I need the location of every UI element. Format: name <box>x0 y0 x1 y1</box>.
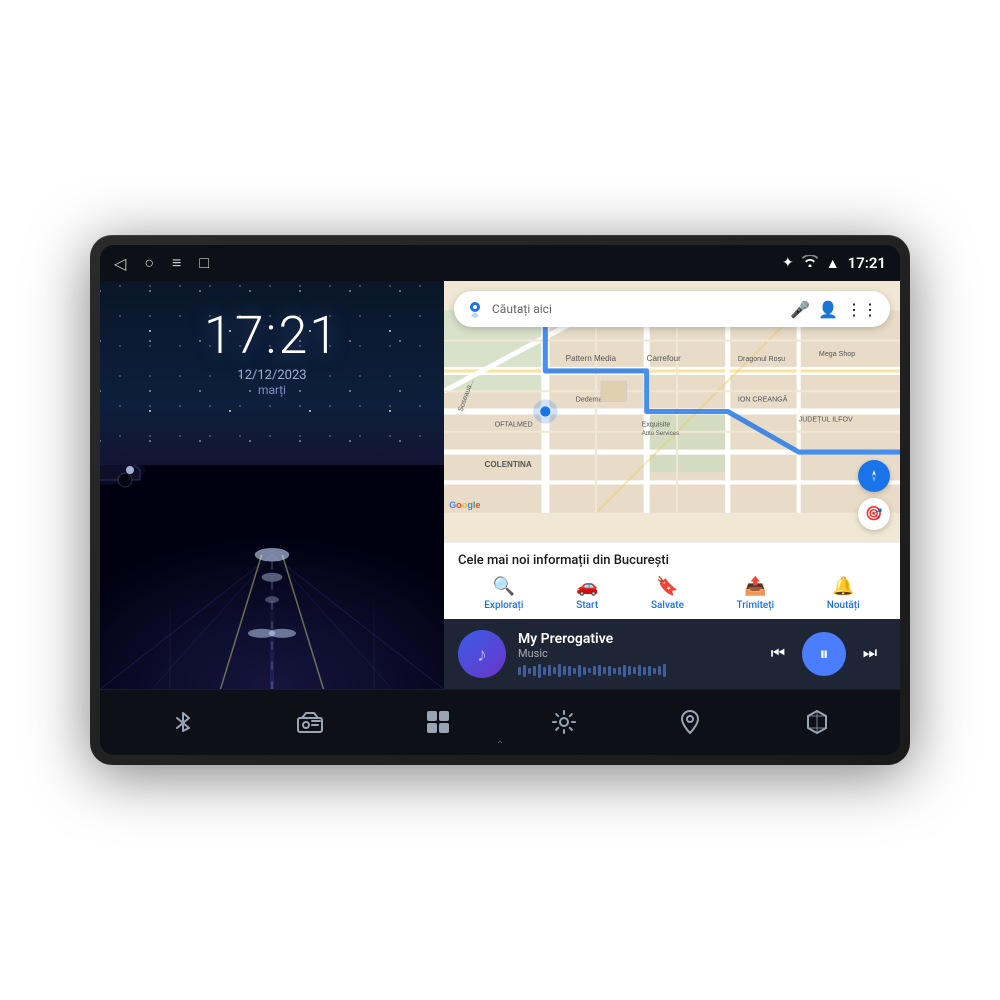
status-time: 17:21 <box>848 254 886 272</box>
car-scene <box>100 465 444 689</box>
clock-time: 17:21 <box>204 305 340 366</box>
start-label: Start <box>576 600 598 611</box>
maps-search-placeholder: Căutați aici <box>492 302 782 316</box>
apps-grid-icon <box>425 709 451 735</box>
saved-label: Salvate <box>651 600 684 611</box>
svg-text:Dragonul Roșu: Dragonul Roșu <box>738 355 785 363</box>
device-frame: ◁ ○ ≡ □ ✦ ▲ 17:21 <box>90 235 910 765</box>
share-icon: 📤 <box>744 576 766 597</box>
dock-item-ar[interactable] <box>804 709 830 735</box>
news-label: Noutăți <box>827 600 860 611</box>
saved-icon: 🔖 <box>656 576 678 597</box>
music-play-button[interactable]: ⏸ <box>802 632 846 676</box>
dock-item-settings[interactable] <box>551 709 577 735</box>
dock-item-radio[interactable] <box>296 710 324 734</box>
music-album-art: ♪ <box>458 630 506 678</box>
nav-back-icon[interactable]: ◁ <box>114 254 126 273</box>
profile-icon[interactable]: 👤 <box>818 300 838 319</box>
nav-buttons: ◁ ○ ≡ □ <box>114 253 209 273</box>
clock-section: 17:21 12/12/2023 marți <box>204 281 340 397</box>
music-next-button[interactable]: ⏭ <box>854 638 886 670</box>
dock-item-apps[interactable] <box>425 709 451 735</box>
tunnel-effect <box>100 465 444 689</box>
svg-text:OFTALMED: OFTALMED <box>495 421 533 429</box>
maps-nav-news[interactable]: 🔔 Noutăți <box>827 576 860 611</box>
bluetooth-icon <box>170 709 196 735</box>
music-player: ♪ My Prerogative Music <box>444 619 900 689</box>
svg-text:JUDEȚUL ILFOV: JUDEȚUL ILFOV <box>799 416 853 424</box>
nav-menu-icon[interactable]: ≡ <box>172 253 181 273</box>
svg-text:Auto Services: Auto Services <box>642 430 680 437</box>
bluetooth-status-icon: ✦ <box>782 255 794 271</box>
right-panel: Pattern Media Carrefour Dragonul Roșu Me… <box>444 281 900 689</box>
svg-text:Exquisite: Exquisite <box>642 421 671 429</box>
svg-text:Carrefour: Carrefour <box>647 354 681 363</box>
start-icon: 🚗 <box>576 576 598 597</box>
svg-text:ION CREANGĂ: ION CREANGĂ <box>738 394 788 403</box>
music-controls: ⏮ ⏸ ⏭ <box>762 632 886 676</box>
music-prev-button[interactable]: ⏮ <box>762 638 794 670</box>
nav-home-icon[interactable]: ○ <box>144 253 154 273</box>
nav-recent-icon[interactable]: □ <box>199 253 209 273</box>
maps-nav-explore[interactable]: 🔍 Explorați <box>484 576 523 611</box>
dock-item-maps[interactable] <box>677 709 703 735</box>
maps-location-button[interactable]: 🎯 <box>858 498 890 530</box>
left-panel: 17:21 12/12/2023 marți <box>100 281 444 689</box>
map-section[interactable]: Pattern Media Carrefour Dragonul Roșu Me… <box>444 281 900 542</box>
dock-item-bluetooth[interactable] <box>170 709 196 735</box>
settings-icon <box>551 709 577 735</box>
wifi-icon <box>802 255 818 271</box>
svg-text:Google: Google <box>449 500 480 510</box>
music-waveform <box>518 664 750 678</box>
music-title: My Prerogative <box>518 631 750 647</box>
maps-nav-items: 🔍 Explorați 🚗 Start 🔖 Salvate 📤 <box>458 576 886 619</box>
bottom-dock: ⌃ <box>100 689 900 755</box>
svg-text:Pattern Media: Pattern Media <box>566 354 617 363</box>
voice-search-icon[interactable]: 🎤 <box>790 300 810 319</box>
explore-icon: 🔍 <box>493 576 515 597</box>
cube-icon <box>804 709 830 735</box>
radio-icon <box>296 710 324 734</box>
search-action-icons: 🎤 👤 ⋮⋮ <box>790 300 878 319</box>
music-note-icon: ♪ <box>477 642 487 667</box>
dock-divider <box>100 689 900 690</box>
explore-label: Explorați <box>484 600 523 611</box>
maps-nav-share[interactable]: 📤 Trimiteți <box>737 576 775 611</box>
maps-nav-start[interactable]: 🚗 Start <box>576 576 598 611</box>
status-icons: ✦ ▲ 17:21 <box>782 254 886 272</box>
maps-search-bar[interactable]: Căutați aici 🎤 👤 ⋮⋮ <box>454 291 890 327</box>
signal-icon: ▲ <box>826 255 840 272</box>
status-bar: ◁ ○ ≡ □ ✦ ▲ 17:21 <box>100 245 900 281</box>
svg-text:COLENTINA: COLENTINA <box>485 460 532 469</box>
tunnel-svg <box>100 465 444 689</box>
svg-text:Mega Shop: Mega Shop <box>819 350 855 358</box>
share-label: Trimiteți <box>737 600 775 611</box>
maps-dock-icon <box>677 709 703 735</box>
main-content: 17:21 12/12/2023 marți <box>100 281 900 689</box>
music-info: My Prerogative Music <box>518 631 750 678</box>
maps-navigate-button[interactable] <box>858 460 890 492</box>
clock-date: 12/12/2023 <box>204 368 340 383</box>
music-subtitle: Music <box>518 647 750 660</box>
maps-info-panel: Cele mai noi informații din București 🔍 … <box>444 542 900 619</box>
dock-gesture-hint: ⌃ <box>496 740 504 751</box>
maps-nav-saved[interactable]: 🔖 Salvate <box>651 576 684 611</box>
clock-day: marți <box>204 383 340 397</box>
grid-icon[interactable]: ⋮⋮ <box>846 300 878 319</box>
maps-logo-icon <box>466 300 484 318</box>
news-icon: 🔔 <box>832 576 854 597</box>
device-screen: ◁ ○ ≡ □ ✦ ▲ 17:21 <box>100 245 900 755</box>
maps-info-title: Cele mai noi informații din București <box>458 553 886 568</box>
